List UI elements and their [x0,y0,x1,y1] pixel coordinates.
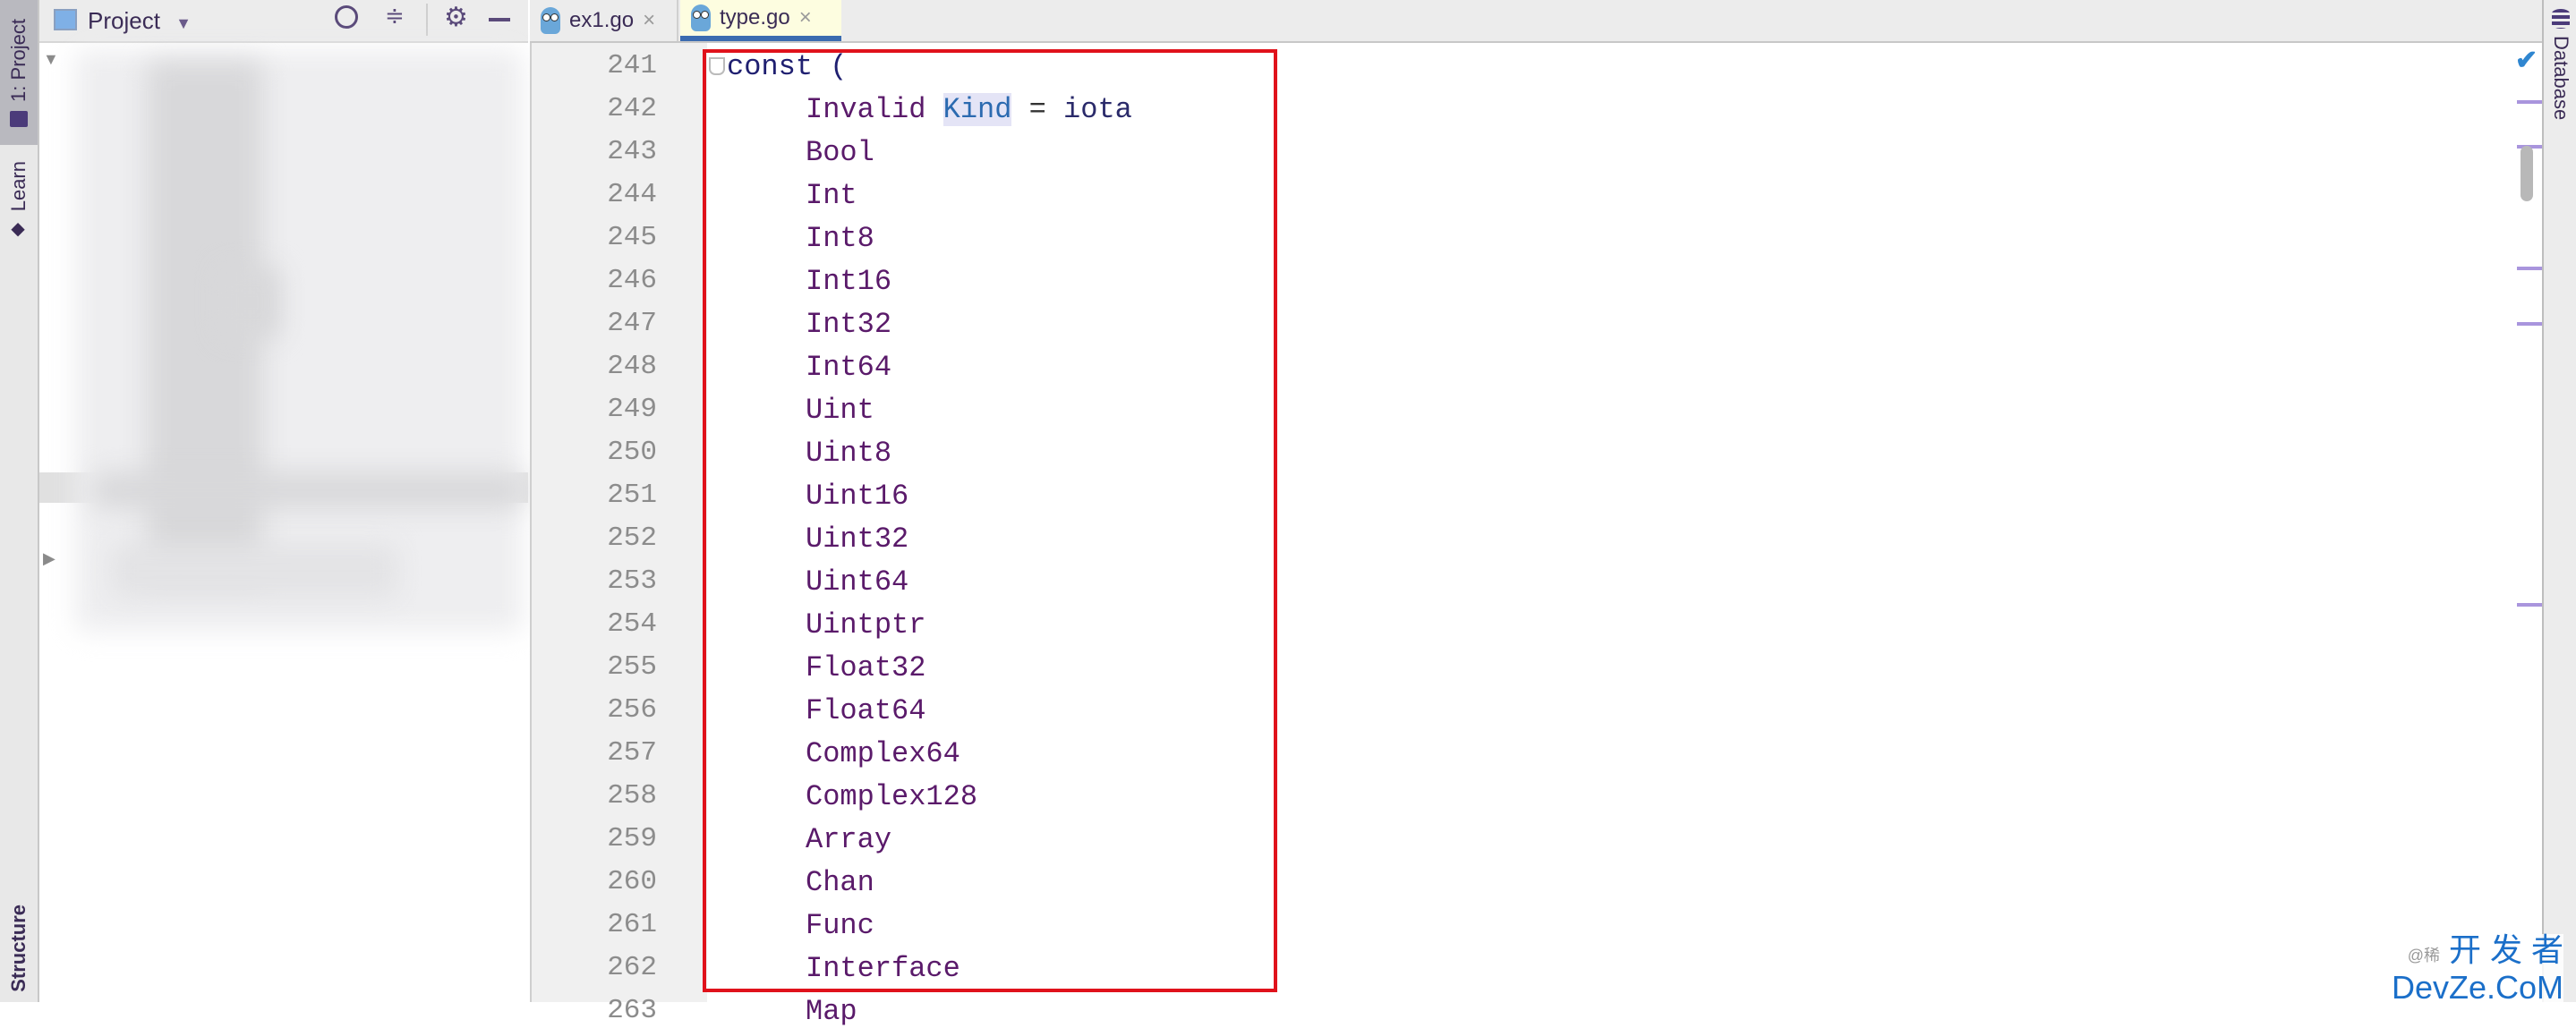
scroll-mark[interactable] [2517,603,2542,607]
left-tool-strip: 1: Project ◆ Learn Structure [0,0,39,1002]
chevron-down-icon: ▼ [175,14,192,32]
watermark-line1: 开 发 者 [2448,931,2563,968]
tool-tab-label: Structure [7,905,30,992]
close-icon[interactable]: × [799,5,812,30]
line-number: 253 [607,565,657,597]
blurred-content [218,267,281,338]
code-token: Map [806,995,857,1028]
line-number: 256 [607,694,657,726]
line-number: 245 [607,222,657,253]
tool-tab-label: Database [2550,36,2572,121]
line-number: 248 [607,351,657,382]
tool-tab-learn[interactable]: ◆ Learn [0,152,38,251]
line-number: 258 [607,780,657,811]
tool-tab-structure[interactable]: Structure [0,895,38,1002]
locate-icon[interactable] [335,5,358,29]
project-tree[interactable]: ▼ ▶ [39,43,528,1002]
line-number: 263 [607,995,657,1026]
watermark-line2: DevZe.CoM [2391,969,2563,1006]
tab-type-go[interactable]: type.go × [680,0,841,41]
folder-icon [10,110,28,127]
line-number: 262 [607,952,657,983]
project-view-icon [54,9,77,30]
project-view-selector[interactable]: Project ▼ [88,7,192,35]
line-number: 249 [607,394,657,425]
tool-tab-label: 1: Project [7,18,30,102]
tool-tab-project[interactable]: 1: Project [0,0,38,145]
line-number: 260 [607,866,657,897]
editor-tabs-bar: ex1.go × type.go × [530,0,2542,43]
scroll-mark[interactable] [2517,100,2542,104]
project-title: Project [88,7,160,34]
line-number: 251 [607,480,657,511]
watermark: @稀 开 发 者 DevZe.CoM [2391,931,2563,1006]
minimize-icon[interactable] [489,18,510,21]
expand-arrow-icon[interactable]: ▼ [43,50,59,69]
tab-label: type.go [720,5,790,30]
line-number: 244 [607,179,657,210]
line-number: 242 [607,93,657,124]
watermark-prefix: @稀 [2407,947,2440,964]
gear-icon[interactable]: ⚙ [444,2,468,33]
line-number: 252 [607,522,657,554]
line-number: 254 [607,608,657,640]
graduation-cap-icon: ◆ [9,220,29,242]
tab-ex1-go[interactable]: ex1.go × [530,0,678,41]
tool-tab-database[interactable]: Database [2544,9,2576,120]
blurred-content [111,544,397,598]
line-number: 243 [607,136,657,167]
code-line[interactable]: Map [806,995,857,1028]
line-number: 259 [607,823,657,854]
line-number: 257 [607,737,657,769]
highlight-box [703,49,1277,992]
line-number: 261 [607,909,657,940]
line-number-gutter: 241 242 243 244 245 246 247 248 249 250 251 252 253 2… [530,43,707,1026]
scroll-mark[interactable] [2517,322,2542,326]
database-icon [2552,9,2570,29]
line-number: 247 [607,308,657,339]
blurred-content [93,472,523,508]
go-file-icon [541,7,560,34]
project-panel-header: Project ▼ ≑ ⚙ [39,0,528,43]
collapse-all-icon[interactable]: ≑ [385,2,405,30]
header-divider [426,4,428,36]
scroll-mark[interactable] [2517,267,2542,270]
line-number: 246 [607,265,657,296]
inspection-ok-icon[interactable]: ✔ [2515,45,2538,76]
collapsed-arrow-icon[interactable]: ▶ [43,549,55,568]
tab-label: ex1.go [569,8,635,32]
close-icon[interactable]: × [643,8,655,33]
go-file-locked-icon [691,4,711,31]
line-number: 250 [607,437,657,468]
right-tool-strip: Database [2542,0,2576,1002]
tool-tab-label: Learn [7,160,30,212]
line-number: 255 [607,651,657,683]
line-number: 241 [607,50,657,81]
scrollbar-thumb[interactable] [2521,146,2533,201]
error-stripe: ✔ [2497,43,2540,1002]
